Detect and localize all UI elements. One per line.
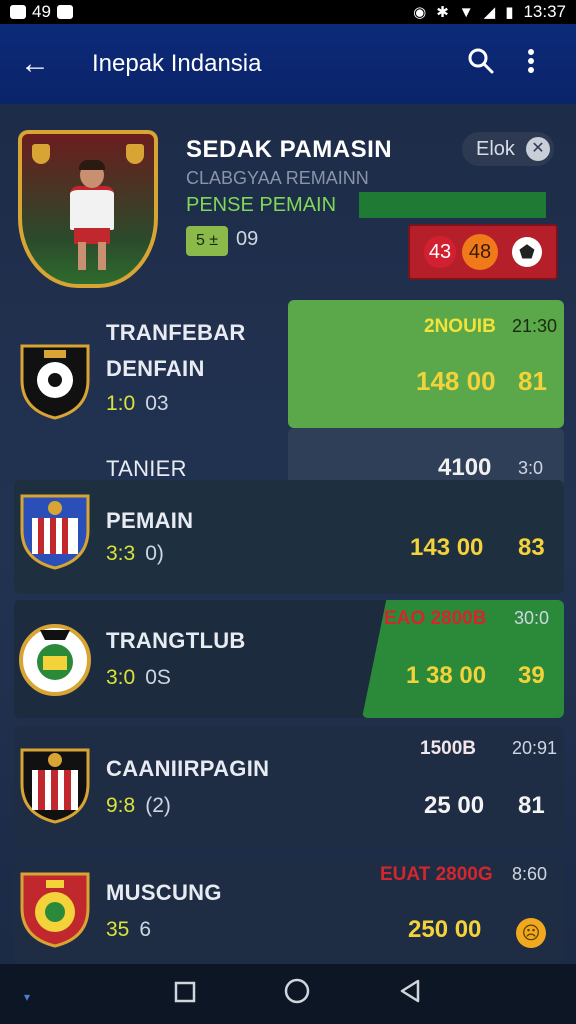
battery-icon: ▮ <box>505 4 514 21</box>
club-logo-icon <box>18 340 92 420</box>
player-photo <box>64 160 120 272</box>
score-box: 43 48 ⬟ <box>408 224 558 280</box>
status-left-text: 49 <box>32 2 51 21</box>
row-score: 3:3 0) <box>106 542 164 566</box>
score-sub: 0) <box>145 542 164 565</box>
row-score: 1:0 03 <box>106 392 169 416</box>
row-value-side: 39 <box>518 662 545 689</box>
player-subtitle: CLABGYAA REMAINN <box>186 168 369 188</box>
wifi-icon: ▼ <box>458 3 474 21</box>
page-title: Inepak Indansia <box>92 50 262 77</box>
list-item[interactable]: CAANIIRPAGIN 9:8 (2) 1500B 20:91 25 00 81 <box>14 730 564 846</box>
row-label-line1: CAANIIRPAGIN <box>106 756 270 781</box>
status-chip[interactable]: Elok ✕ <box>462 132 554 166</box>
system-nav-bar <box>0 964 576 1024</box>
back-arrow-icon[interactable]: ← <box>20 47 60 81</box>
score-main: 9:8 <box>106 794 136 817</box>
row-time: 21:30 <box>512 316 558 336</box>
row-label-line1: TANIER <box>106 456 187 481</box>
score-sub: 6 <box>139 918 152 941</box>
player-crest <box>18 130 158 288</box>
club-logo-icon <box>18 618 92 698</box>
row-time: 8:60 <box>512 864 548 884</box>
status-bar: 49 ◉ ✱ ▼ ◢ ▮ 13:37 <box>0 0 576 24</box>
row-value-side: 3:0 <box>518 458 544 478</box>
app-bar: ← Inepak Indansia <box>0 24 576 104</box>
row-value-side: 83 <box>518 534 545 561</box>
close-icon[interactable]: ✕ <box>526 137 550 161</box>
ball-icon[interactable]: ⬟ <box>512 237 542 267</box>
row-value-side: 81 <box>518 366 547 396</box>
score-main: 3:0 <box>106 666 136 689</box>
row-label-line1: MUSCUNG <box>106 880 222 905</box>
status-chip-label: Elok <box>476 137 515 160</box>
more-options-icon[interactable] <box>506 48 556 81</box>
score-main: 3:3 <box>106 542 136 565</box>
signal-icon: ◢ <box>483 4 496 21</box>
club-logo-icon <box>18 744 92 824</box>
bluetooth-icon: ✱ <box>436 4 449 21</box>
back-icon[interactable] <box>398 978 422 1010</box>
vibrate-icon: ◉ <box>413 4 427 21</box>
row-score: 3:0 0S <box>106 666 171 690</box>
row-value-main: 143 00 <box>410 534 484 561</box>
row-time: 30:0 <box>514 608 550 628</box>
row-tag: 1500B <box>420 738 476 759</box>
row-value-main: 148 00 <box>416 366 496 396</box>
list-item[interactable]: PEMAIN 3:3 0) 143 00 83 <box>14 484 564 590</box>
nav-chevron-icon: ▾ <box>24 990 31 1004</box>
club-logo-icon <box>18 490 92 570</box>
player-role: PENSE PEMAIN <box>186 194 337 216</box>
row-label-line1: PEMAIN <box>106 508 194 533</box>
row-value-main: 250 00 <box>408 916 482 943</box>
crest-emblem-right-icon <box>126 144 144 164</box>
row-label-line1: TRANGTLUB <box>106 628 246 653</box>
score-main: 1:0 <box>106 392 136 415</box>
stat-chip[interactable]: 5 ± <box>186 226 228 256</box>
clock: 13:37 <box>523 2 566 21</box>
row-tag: 2NOUIB <box>424 316 496 337</box>
player-name: SEDAK PAMASIN <box>186 136 393 163</box>
row-label-line2: DENFAIN <box>106 356 205 381</box>
mail-icon <box>10 5 26 19</box>
row-value-main: 4100 <box>438 454 492 481</box>
row-value-main: 1 38 00 <box>406 662 487 689</box>
row-value-main: 25 00 <box>424 792 485 819</box>
score-sub: 03 <box>145 392 169 415</box>
player-profile: SEDAK PAMASIN CLABGYAA REMAINN PENSE PEM… <box>14 128 564 298</box>
list-item[interactable]: MUSCUNG 35 6 EUAT 2800G 8:60 250 00 ☹ <box>14 860 564 964</box>
score-sub: 0S <box>145 666 171 689</box>
list-item[interactable]: TRANGTLUB 3:0 0S EAO 2800B 30:0 1 38 00 3… <box>14 604 564 714</box>
search-icon[interactable] <box>456 48 506 81</box>
row-score: 9:8 (2) <box>106 794 171 818</box>
score-sub: (2) <box>145 794 171 817</box>
score-b: 48 <box>462 234 498 270</box>
recent-apps-icon[interactable] <box>174 978 196 1010</box>
club-logo-icon <box>18 868 92 948</box>
content-area: SEDAK PAMASIN CLABGYAA REMAINN PENSE PEM… <box>0 104 576 964</box>
row-tag: EAO 2800B <box>384 608 487 629</box>
notification-icon <box>56 5 73 19</box>
stat-value: 09 <box>236 228 259 250</box>
row-value-side: 81 <box>518 792 545 819</box>
row-label-line1: TRANFEBAR <box>106 320 246 345</box>
score-main: 35 <box>106 918 130 941</box>
emoji-icon[interactable]: ☹ <box>516 918 546 948</box>
row-score: 35 6 <box>106 918 151 942</box>
row-time: 20:91 <box>512 738 558 758</box>
home-icon[interactable] <box>284 978 310 1011</box>
list-item[interactable]: TRANFEBAR DENFAIN 1:0 03 2NOUIB 21:30 148… <box>14 316 564 440</box>
score-a: 43 <box>424 236 456 268</box>
row-tag: EUAT 2800G <box>380 864 493 885</box>
crest-emblem-left-icon <box>32 144 50 164</box>
